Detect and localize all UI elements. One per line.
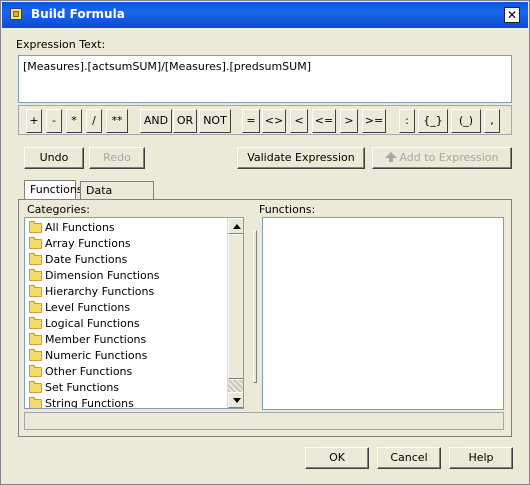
help-button[interactable]: Help [449,447,513,469]
list-item[interactable]: Dimension Functions [27,268,227,284]
operator-equals-button[interactable]: = [242,109,260,133]
operator-greater-button[interactable]: > [340,109,358,133]
categories-items: All Functions Array Functions Date Funct… [27,220,227,409]
scroll-up-button[interactable] [228,218,243,234]
functions-label: Functions: [259,203,316,216]
category-label: Logical Functions [45,317,140,330]
operator-and-button[interactable]: AND [140,109,172,133]
operator-toolbar: + - * / ** AND OR NOT = <> < <= > >= : {… [18,105,512,135]
operator-less-equal-button[interactable]: <= [312,109,336,133]
folder-icon [29,301,42,313]
list-item[interactable]: Numeric Functions [27,348,227,364]
redo-button[interactable]: Redo [89,147,145,169]
tab-functions[interactable]: Functions [24,180,83,200]
folder-icon [29,381,42,393]
categories-list[interactable]: All Functions Array Functions Date Funct… [24,217,244,409]
operator-less-button[interactable]: < [290,109,308,133]
list-item[interactable]: Level Functions [27,300,227,316]
operator-divide-button[interactable]: / [86,109,102,133]
scroll-track[interactable] [228,380,243,392]
categories-label: Categories: [27,203,90,216]
category-label: Hierarchy Functions [45,285,155,298]
list-item[interactable]: Logical Functions [27,316,227,332]
category-label: Numeric Functions [45,349,148,362]
category-label: Array Functions [45,237,131,250]
operator-power-button[interactable]: ** [106,109,128,133]
categories-scrollbar[interactable] [227,218,243,408]
folder-icon [29,269,42,281]
operator-colon-button[interactable]: : [399,109,415,133]
ok-button[interactable]: OK [305,447,369,469]
app-icon [10,8,22,20]
list-item[interactable]: Member Functions [27,332,227,348]
folder-icon [29,253,42,265]
category-label: Date Functions [45,253,128,266]
validate-expression-button[interactable]: Validate Expression [237,147,365,169]
category-label: String Functions [45,397,134,409]
folder-icon [29,285,42,297]
list-item[interactable]: Array Functions [27,236,227,252]
title-bar[interactable]: Build Formula ✕ [2,2,528,28]
window-title: Build Formula [31,7,125,21]
folder-icon [29,317,42,329]
scroll-down-button[interactable] [228,392,243,408]
operator-parens-button[interactable]: (_) [451,109,481,133]
list-item[interactable]: All Functions [27,220,227,236]
close-button[interactable]: ✕ [504,7,520,23]
tab-data-sources[interactable]: Data Sources [80,181,154,210]
category-label: Set Functions [45,381,120,394]
operator-or-button[interactable]: OR [173,109,197,133]
folder-icon [29,365,42,377]
expression-text-field[interactable]: [Measures].[actsumSUM]/[Measures].[preds… [18,55,512,103]
list-item[interactable]: Hierarchy Functions [27,284,227,300]
folder-icon [29,349,42,361]
list-item[interactable]: String Functions [27,396,227,409]
category-label: Other Functions [45,365,133,378]
undo-button[interactable]: Undo [24,147,84,169]
category-label: Member Functions [45,333,147,346]
operator-not-button[interactable]: NOT [199,109,231,133]
list-item[interactable]: Set Functions [27,380,227,396]
folder-icon [29,237,42,249]
build-formula-dialog: Build Formula ✕ Expression Text: [Measur… [0,0,530,485]
folder-icon [29,397,42,408]
operator-greater-equal-button[interactable]: >= [362,109,386,133]
category-label: Dimension Functions [45,269,160,282]
expression-label: Expression Text: [16,38,106,51]
list-item[interactable]: Other Functions [27,364,227,380]
functions-list[interactable] [262,217,504,410]
add-to-expression-button[interactable]: Add to Expression [372,147,512,169]
list-item[interactable]: Date Functions [27,252,227,268]
category-label: Level Functions [45,301,131,314]
operator-plus-button[interactable]: + [26,109,42,133]
function-description-bar [24,412,504,430]
cancel-button[interactable]: Cancel [377,447,441,469]
operator-minus-button[interactable]: - [46,109,62,133]
add-to-expression-label: Add to Expression [399,151,499,164]
category-label: All Functions [45,221,115,234]
operator-not-equals-button[interactable]: <> [262,109,286,133]
operator-multiply-button[interactable]: * [66,109,82,133]
operator-comma-button[interactable]: , [484,109,500,133]
scroll-thumb[interactable] [228,234,243,379]
arrow-up-icon [385,152,398,162]
folder-icon [29,333,42,345]
splitter-handle[interactable] [253,230,257,383]
folder-icon [29,221,42,233]
operator-braces-button[interactable]: {_} [418,109,448,133]
